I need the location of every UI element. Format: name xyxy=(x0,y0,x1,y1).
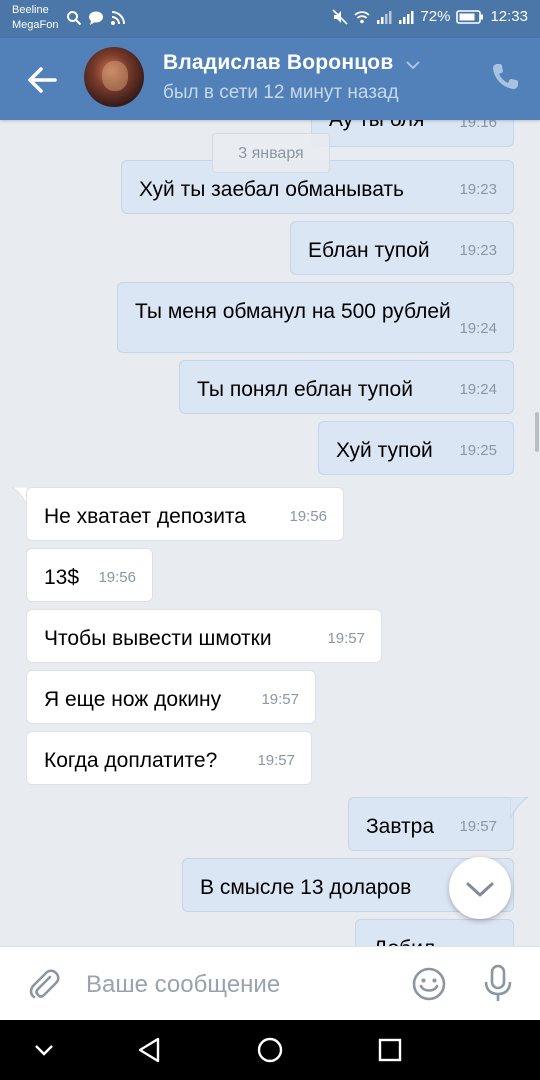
message-text: Еблан тупой xyxy=(308,239,430,262)
message-bubble-outgoing[interactable]: Ты меня обманул на 500 рублей 19:24 xyxy=(117,282,514,353)
battery-percent: 72% xyxy=(420,8,451,25)
chevron-down-icon xyxy=(466,882,494,897)
mute-icon xyxy=(332,8,348,25)
emoji-icon[interactable] xyxy=(410,965,448,1003)
nav-hide-icon[interactable] xyxy=(28,1034,60,1066)
phone-icon[interactable] xyxy=(488,60,522,94)
message-time: 19:57 xyxy=(459,818,497,835)
message-time: 19:23 xyxy=(459,181,497,198)
message-bubble-incoming[interactable]: Я еще нож докину 19:57 xyxy=(26,670,316,724)
status-bar: Beeline MegaFon 72% 12:33 xyxy=(0,0,540,38)
wifi-icon xyxy=(354,10,371,23)
message-bubble-incoming[interactable]: Не хватает депозита 19:56 xyxy=(26,487,344,541)
message-icon xyxy=(89,11,103,25)
message-text: Хуй тупой xyxy=(336,439,433,462)
back-arrow-icon[interactable] xyxy=(22,60,62,100)
message-text: Я еще нож докину xyxy=(44,688,222,711)
scroll-to-bottom-button[interactable] xyxy=(449,857,511,919)
message-text: Ты понял еблан тупой xyxy=(197,378,413,401)
scrollbar[interactable] xyxy=(535,412,539,452)
message-bubble-incoming[interactable]: Когда доплатите? 19:57 xyxy=(26,731,312,785)
message-time: 19:24 xyxy=(459,381,497,398)
message-text: Ты меня обманул на 500 рублей xyxy=(135,300,451,323)
nav-back-icon[interactable] xyxy=(134,1034,166,1066)
message-time: 19:25 xyxy=(459,442,497,459)
message-bubble-outgoing[interactable]: Еблан тупой 19:23 xyxy=(290,221,514,275)
carrier-1: Beeline xyxy=(12,4,49,16)
message-input[interactable] xyxy=(86,967,386,1003)
message-time: 19:24 xyxy=(459,320,497,337)
signal-icon-2 xyxy=(399,10,414,24)
message-time: 19:23 xyxy=(459,242,497,259)
message-time: 19:57 xyxy=(257,752,295,769)
message-text: Завтра xyxy=(366,815,435,838)
message-time: 19:57 xyxy=(261,691,299,708)
notification-icons xyxy=(66,10,126,26)
message-time: 19:56 xyxy=(289,508,327,525)
message-text: Чтобы вывести шмотки xyxy=(44,627,272,650)
message-text: В смысле 13 доларов xyxy=(200,876,412,899)
avatar[interactable] xyxy=(84,47,144,107)
system-status: 72% 12:33 xyxy=(332,8,528,25)
contact-name[interactable]: Владислав Воронцов xyxy=(163,51,393,75)
message-text: 13$ xyxy=(44,566,80,589)
search-icon xyxy=(67,11,82,26)
microphone-icon[interactable] xyxy=(480,963,516,1003)
contact-last-seen: был в сети 12 минут назад xyxy=(163,82,399,103)
rss-icon xyxy=(111,11,125,25)
message-bubble-outgoing[interactable]: Ты понял еблан тупой 19:24 xyxy=(179,360,514,414)
message-text: Когда доплатите? xyxy=(44,749,218,772)
message-composer xyxy=(0,946,540,1020)
message-time: 19:56 xyxy=(98,569,136,586)
message-text: Хуй ты заебал обманывать xyxy=(139,178,404,201)
message-bubble-incoming[interactable]: 13$ 19:56 xyxy=(26,548,153,602)
date-separator: 3 января xyxy=(212,133,330,173)
message-text: Не хватает депозита xyxy=(44,505,246,528)
carrier-2: MegaFon xyxy=(12,19,59,31)
clock: 12:33 xyxy=(490,8,528,25)
paperclip-icon[interactable] xyxy=(24,965,62,1003)
nav-home-icon[interactable] xyxy=(254,1034,286,1066)
nav-recents-icon[interactable] xyxy=(374,1034,406,1066)
signal-icon-1 xyxy=(377,10,392,24)
system-navigation-bar xyxy=(0,1020,540,1080)
carrier-names: Beeline MegaFon xyxy=(12,3,58,33)
message-bubble-incoming[interactable]: Чтобы вывести шмотки 19:57 xyxy=(26,609,382,663)
battery-icon xyxy=(456,9,484,24)
chat-header: Владислав Воронцов был в сети 12 минут н… xyxy=(0,38,540,120)
message-time: 19:57 xyxy=(327,630,365,647)
chevron-down-icon[interactable] xyxy=(406,60,420,70)
bubble-tail xyxy=(510,797,528,819)
message-bubble-outgoing[interactable]: Завтра 19:57 xyxy=(348,797,514,851)
message-bubble-outgoing[interactable]: Хуй тупой 19:25 xyxy=(318,421,514,475)
